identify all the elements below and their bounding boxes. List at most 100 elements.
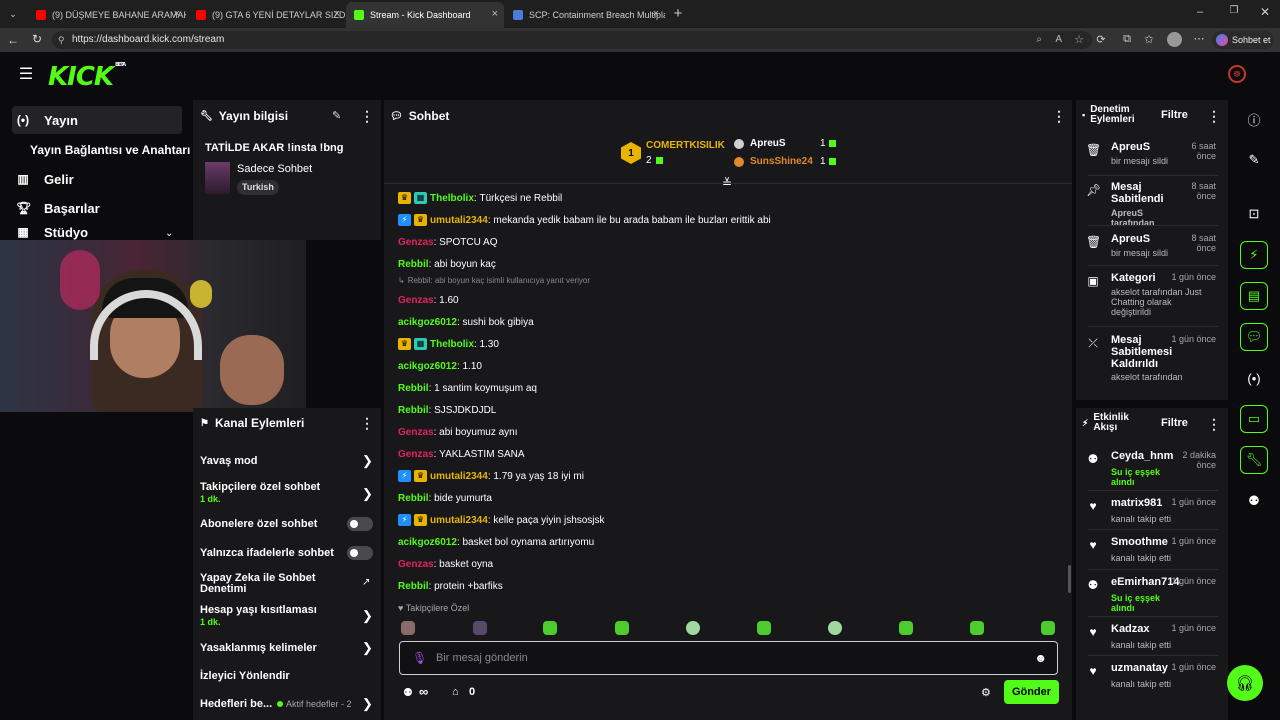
- window-close-icon[interactable]: ✕: [1258, 5, 1272, 19]
- chat-username[interactable]: Rebbil: [398, 405, 429, 416]
- chat-username[interactable]: Genzas: [398, 559, 434, 570]
- chat-scrollbar[interactable]: [1068, 565, 1071, 593]
- zoom-icon[interactable]: ⌕: [1036, 31, 1042, 49]
- chat-username[interactable]: Rebbil: [398, 493, 429, 504]
- split-screen-icon[interactable]: ⧉: [1120, 33, 1134, 46]
- banned-words-row[interactable]: Yasaklanmış kelimeler: [200, 642, 317, 654]
- copilot-button[interactable]: Sohbet et: [1212, 31, 1274, 49]
- filter-button[interactable]: Filtre: [1161, 109, 1188, 121]
- chat-message[interactable]: acikgoz6012: basket bol oynama artırıyom…: [398, 535, 594, 549]
- chat-message[interactable]: acikgoz6012: 1.10: [398, 359, 482, 373]
- account-age-row[interactable]: Hesap yaşı kısıtlaması: [200, 604, 317, 616]
- followers-only-row[interactable]: Takipçilere özel sohbet: [200, 481, 320, 493]
- site-info-icon[interactable]: ⚲: [58, 31, 65, 49]
- chevron-down-icon[interactable]: ⌄: [165, 228, 173, 239]
- more-options-icon[interactable]: ⋮: [1207, 108, 1221, 125]
- filter-button[interactable]: Filtre: [1161, 417, 1188, 429]
- minimize-icon[interactable]: –: [1193, 6, 1207, 18]
- chat-message[interactable]: acikgoz6012: sushi bok gibiya: [398, 315, 534, 329]
- reload-icon[interactable]: ↻: [30, 32, 44, 46]
- url-input[interactable]: ⚲ https://dashboard.kick.com/stream ⌕ A …: [52, 31, 1092, 49]
- browser-tab[interactable]: (9) GTA 6 YENİ DETAYLAR SIZDI! Y ×: [188, 2, 346, 28]
- settings-gear-icon[interactable]: ⚙: [981, 686, 991, 699]
- maximize-icon[interactable]: ❐: [1227, 5, 1241, 16]
- more-options-icon[interactable]: ⋮: [1052, 108, 1066, 125]
- tools-wrench-icon[interactable]: 🔧︎: [1240, 446, 1268, 474]
- quick-actions-icon[interactable]: ⚡︎: [1240, 241, 1268, 269]
- sidebar-item-studyo[interactable]: ▦ Stüdyo: [12, 224, 88, 240]
- chat-message[interactable]: ♛ ▦ Thelbolix: 1.30: [398, 337, 499, 351]
- chat-message[interactable]: Rebbil: 1 santim koymuşum aq: [398, 381, 537, 395]
- back-icon[interactable]: ←: [6, 33, 20, 47]
- ai-moderation-row[interactable]: Yapay Zeka ile Sohbet Denetimi: [200, 573, 325, 595]
- external-link-icon[interactable]: ↗: [362, 577, 370, 588]
- chat-username[interactable]: Genzas: [398, 449, 434, 460]
- category-name[interactable]: Sadece Sohbet: [237, 163, 312, 175]
- close-icon[interactable]: ×: [334, 8, 340, 20]
- goals-row[interactable]: Hedefleri be...: [200, 698, 272, 710]
- chevron-right-icon[interactable]: ❯: [362, 640, 373, 656]
- chat-username[interactable]: Thelbolix: [430, 339, 474, 350]
- chat-username[interactable]: umutali2344: [430, 515, 488, 526]
- chat-message[interactable]: Genzas: basket oyna: [398, 557, 493, 571]
- chat-icon[interactable]: 💬︎: [1240, 323, 1268, 351]
- raid-row[interactable]: İzleyici Yönlendir: [200, 670, 290, 682]
- leader-name[interactable]: ApreuS: [750, 138, 786, 149]
- emote-kick[interactable]: [615, 621, 629, 635]
- broadcast-icon[interactable]: (•): [1240, 364, 1268, 392]
- leader-name[interactable]: COMERTKISILIK: [646, 140, 725, 151]
- chat-username[interactable]: Rebbil: [398, 383, 429, 394]
- notes-icon[interactable]: ▤: [1240, 282, 1268, 310]
- info-icon[interactable]: ⓘ: [1240, 105, 1268, 133]
- chat-username[interactable]: Thelbolix: [430, 193, 474, 204]
- more-options-icon[interactable]: ⋮: [1207, 416, 1221, 433]
- chat-username[interactable]: umutali2344: [430, 215, 488, 226]
- reply-context[interactable]: ↳ Rebbil: abi boyun kaç isimli kullanıcıy…: [398, 273, 590, 287]
- chat-username[interactable]: acikgoz6012: [398, 361, 457, 372]
- kick-logo[interactable]: KICK BETA: [48, 62, 126, 92]
- browser-tab[interactable]: (9) DÜŞMEYE BAHANE ARAMAK | ×: [28, 2, 186, 28]
- close-icon[interactable]: ×: [492, 8, 498, 20]
- chat-message[interactable]: ⚡︎ ♛ umutali2344: kelle paça yiyin jshsosj…: [398, 513, 605, 527]
- language-tag[interactable]: Turkish: [237, 180, 279, 195]
- chevron-right-icon[interactable]: ❯: [362, 453, 373, 469]
- sidebar-item-yayin[interactable]: (•) Yayın: [12, 106, 182, 134]
- chat-username[interactable]: Genzas: [398, 237, 434, 248]
- sidebar-item-stream-key[interactable]: Yayın Bağlantısı ve Anahtarı: [30, 136, 190, 164]
- chat-message[interactable]: ⚡︎ ♛ umutali2344: mekanda yedik babam ile …: [398, 213, 771, 227]
- more-icon[interactable]: ⋯: [1192, 32, 1206, 45]
- chevron-right-icon[interactable]: ❯: [362, 696, 373, 712]
- menu-hamburger-icon[interactable]: ☰: [18, 66, 34, 83]
- close-icon[interactable]: ×: [653, 8, 659, 20]
- chat-username[interactable]: Genzas: [398, 295, 434, 306]
- edit-pencil-icon[interactable]: ✎: [332, 109, 341, 122]
- chat-message[interactable]: Rebbil: protein +barfiks: [398, 579, 503, 593]
- chat-username[interactable]: Genzas: [398, 427, 434, 438]
- chat-username[interactable]: umutali2344: [430, 471, 488, 482]
- user-avatar[interactable]: ☸: [1228, 65, 1246, 83]
- chat-message[interactable]: Genzas: 1.60: [398, 293, 459, 307]
- clip-icon[interactable]: ⊡: [1240, 200, 1268, 228]
- emote-kick[interactable]: [828, 621, 842, 635]
- extensions-icon[interactable]: ⟳: [1094, 33, 1108, 46]
- store-icon[interactable]: ⌂: [452, 686, 459, 698]
- favorites-icon[interactable]: ✩: [1142, 33, 1156, 46]
- browser-tab-active[interactable]: Stream - Kick Dashboard ×: [346, 2, 504, 28]
- chat-message[interactable]: ⚡︎ ♛ umutali2344: 1.79 ya yaş 18 iyi mi: [398, 469, 584, 483]
- chevron-right-icon[interactable]: ❯: [362, 608, 373, 624]
- profile-avatar[interactable]: [1167, 32, 1182, 47]
- more-options-icon[interactable]: ⋮: [360, 108, 374, 125]
- sidebar-item-basarilar[interactable]: 🏆︎ Başarılar: [12, 194, 100, 222]
- close-icon[interactable]: ×: [174, 8, 180, 20]
- chat-username[interactable]: Rebbil: [398, 259, 429, 270]
- chat-username[interactable]: Rebbil: [398, 581, 429, 592]
- chat-message[interactable]: Rebbil: SJSJDKDJDL: [398, 403, 496, 417]
- edit-icon[interactable]: ✎: [1240, 146, 1268, 174]
- browser-tab[interactable]: SCP: Containment Breach Multipla ×: [505, 2, 665, 28]
- chat-input-box[interactable]: 🎙︎ Bir mesaj gönderin ☻: [399, 641, 1058, 675]
- read-aloud-icon[interactable]: A: [1055, 31, 1062, 49]
- favorite-star-icon[interactable]: ☆: [1074, 31, 1084, 49]
- tab-list-icon[interactable]: ⌄: [6, 7, 20, 21]
- emote-kick[interactable]: [899, 621, 913, 635]
- leader-name[interactable]: SunsShine24: [750, 156, 813, 167]
